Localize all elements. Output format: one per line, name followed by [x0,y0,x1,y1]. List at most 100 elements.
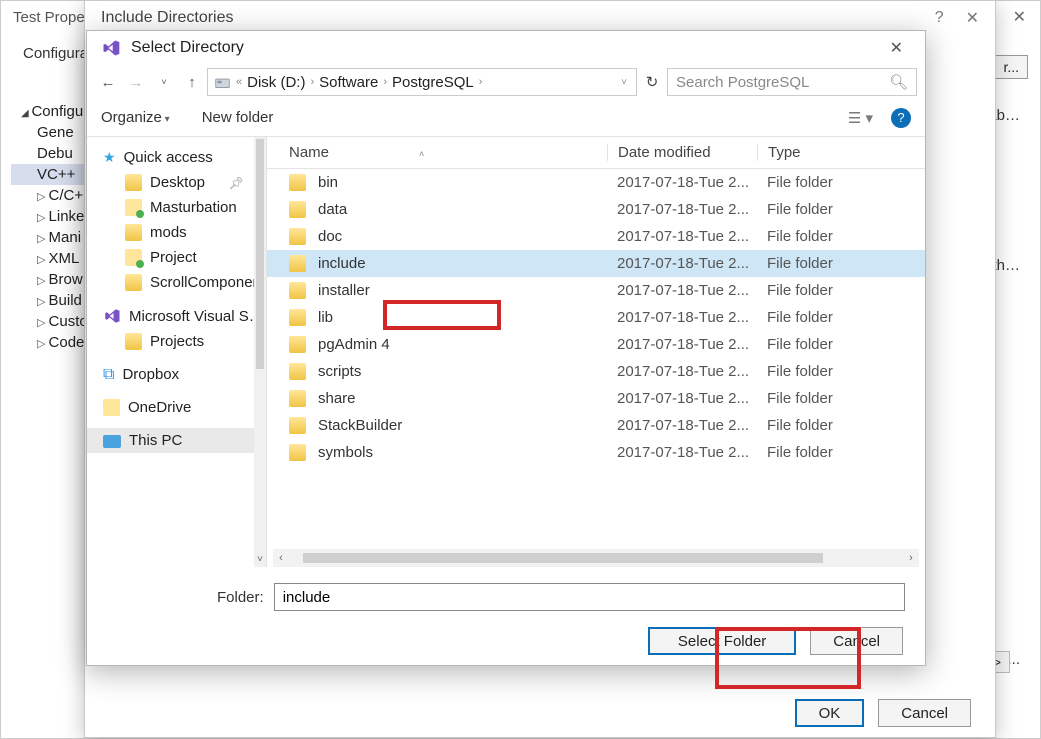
file-date: 2017-07-18-Tue 2... [607,309,757,326]
search-input[interactable]: Search PostgreSQL 🔍︎ [667,68,917,96]
ok-button[interactable]: OK [795,699,865,727]
search-icon[interactable]: 🔍︎ [889,73,908,91]
front-titlebar: Select Directory ✕ [87,31,925,65]
nav-pane[interactable]: ★Quick accessDesktop📌︎MasturbationmodsPr… [87,137,267,567]
nav-item[interactable]: mods [87,220,266,245]
up-button[interactable]: ↑ [179,69,205,95]
breadcrumb[interactable]: « Disk (D:) › Software › PostgreSQL › ˅ [207,68,637,96]
sort-indicator-icon: ˄ [419,149,424,159]
close-icon[interactable]: ✕ [882,34,911,62]
file-row[interactable]: symbols2017-07-18-Tue 2...File folder [267,439,925,466]
file-date: 2017-07-18-Tue 2... [607,201,757,218]
file-name: StackBuilder [318,417,402,434]
nav-item-label: Dropbox [122,366,179,383]
scroll-left-icon: ‹ [273,552,289,564]
folder-icon [289,309,306,326]
nav-item[interactable]: Project [87,245,266,270]
file-date: 2017-07-18-Tue 2... [607,444,757,461]
file-list-header[interactable]: Name ˄ Date modified Type [267,137,925,169]
close-icon[interactable]: ✕ [1013,7,1026,27]
nav-item[interactable]: OneDrive [87,395,266,420]
config-manager-button[interactable]: r... [994,55,1028,79]
nav-item[interactable]: Microsoft Visual S… [87,303,266,329]
folder-row: Folder: [87,567,925,619]
file-date: 2017-07-18-Tue 2... [607,336,757,353]
file-row[interactable]: data 2017-07-18-Tue 2...File folder [267,196,925,223]
file-row[interactable]: scripts2017-07-18-Tue 2...File folder [267,358,925,385]
nav-item-label: OneDrive [128,399,191,416]
breadcrumb-part[interactable]: Software [319,74,378,91]
file-row[interactable]: doc2017-07-18-Tue 2...File folder [267,223,925,250]
history-dropdown-icon[interactable]: ˅ [151,69,177,95]
file-date: 2017-07-18-Tue 2... [607,282,757,299]
help-icon[interactable]: ? [935,9,944,27]
onedrive-icon [103,399,120,416]
star-icon: ★ [103,149,116,166]
folder-icon [289,282,306,299]
nav-item[interactable]: Masturbation [87,195,266,220]
back-button[interactable]: ← [95,69,121,95]
select-folder-button[interactable]: Select Folder [648,627,796,655]
nav-item[interactable]: Desktop📌︎ [87,170,266,195]
file-type: File folder [757,444,925,461]
file-name: data [318,201,347,218]
nav-item[interactable]: ScrollComponent [87,270,266,295]
nav-item-label: Quick access [124,149,213,166]
small-green-icon [125,249,142,266]
chevron-right-icon[interactable]: › [477,76,485,88]
file-type: File folder [757,309,925,326]
file-row[interactable]: include2017-07-18-Tue 2...File folder [267,250,925,277]
scroll-right-icon: › [903,552,919,564]
file-row[interactable]: StackBuilder2017-07-18-Tue 2...File fold… [267,412,925,439]
file-name: include [318,255,366,272]
scroll-down-icon: ˅ [254,554,266,565]
folder-icon [289,444,306,461]
file-name: scripts [318,363,361,380]
folder-icon [289,255,306,272]
file-list[interactable]: Name ˄ Date modified Type bin2017-07-18-T… [267,137,925,567]
select-directory-dialog: Select Directory ✕ ← → ˅ ↑ « Disk (D:) ›… [86,30,926,666]
breadcrumb-part[interactable]: Disk (D:) [247,74,305,91]
cancel-button[interactable]: Cancel [878,699,971,727]
file-row[interactable]: pgAdmin 42017-07-18-Tue 2...File folder [267,331,925,358]
file-row[interactable]: lib2017-07-18-Tue 2...File folder [267,304,925,331]
col-date[interactable]: Date modified [607,144,757,161]
file-type: File folder [757,174,925,191]
mid-title: Include Directories [101,9,234,27]
front-title: Select Directory [131,39,244,57]
file-row[interactable]: installer2017-07-18-Tue 2...File folder [267,277,925,304]
nav-item-label: Projects [150,333,204,350]
nav-item[interactable]: Projects [87,329,266,354]
organize-menu[interactable]: Organize [101,109,170,126]
mid-buttons: OK Cancel [795,699,971,727]
col-type[interactable]: Type [757,144,925,161]
folder-input[interactable] [274,583,905,611]
new-folder-button[interactable]: New folder [202,109,274,126]
breadcrumb-dropdown-icon[interactable]: ˅ [618,77,630,88]
col-name[interactable]: Name [289,144,329,161]
cancel-button[interactable]: Cancel [810,627,903,655]
view-options-icon[interactable]: ☰ ▾ [848,109,873,127]
file-hscrollbar[interactable]: ‹ › [273,549,919,567]
explorer-split: ★Quick accessDesktop📌︎MasturbationmodsPr… [87,137,925,567]
chevron-right-icon[interactable]: › [381,76,389,88]
file-date: 2017-07-18-Tue 2... [607,390,757,407]
nav-item[interactable]: ⧉Dropbox [87,362,266,387]
nav-item[interactable]: This PC [87,428,266,453]
breadcrumb-part[interactable]: PostgreSQL [392,74,474,91]
file-row[interactable]: bin2017-07-18-Tue 2...File folder [267,169,925,196]
file-date: 2017-07-18-Tue 2... [607,228,757,245]
file-name: installer [318,282,370,299]
refresh-button[interactable]: ↻ [639,69,665,95]
help-icon[interactable]: ? [891,108,911,128]
chevron-right-icon[interactable]: › [308,76,316,88]
folder-icon [125,174,142,191]
file-date: 2017-07-18-Tue 2... [607,174,757,191]
nav-item-label: Desktop [150,174,205,191]
nav-item[interactable]: ★ Quick access [87,145,266,170]
file-row[interactable]: share2017-07-18-Tue 2...File folder [267,385,925,412]
file-type: File folder [757,201,925,218]
close-icon[interactable]: ✕ [966,8,979,28]
nav-scrollbar[interactable]: ˅ [254,137,266,567]
forward-button[interactable]: → [123,69,149,95]
